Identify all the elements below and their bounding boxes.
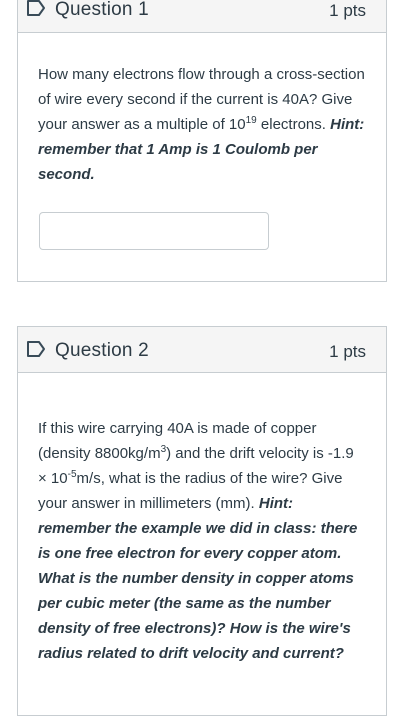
question-2-header: Question 2 1 pts: [18, 327, 386, 373]
hint-text: Hint: remember the example we did in cla…: [38, 495, 358, 662]
question-title: Question 1: [55, 0, 149, 20]
question-text: If this wire carrying 40A is made of cop…: [18, 373, 386, 666]
answer-input[interactable]: [39, 212, 269, 250]
question-points: 1 pts: [329, 342, 366, 361]
question-1-card: Question 1 1 pts How many electrons flow…: [17, 0, 387, 282]
question-text-part: m/s, what is the radius of the wire? Giv…: [38, 470, 343, 512]
exponent: 19: [245, 115, 257, 126]
flag-bookmark-icon[interactable]: [26, 0, 46, 17]
flag-bookmark-icon[interactable]: [26, 340, 46, 358]
question-points: 1 pts: [329, 1, 366, 20]
exponent: -5: [67, 469, 77, 480]
question-1-header: Question 1 1 pts: [18, 0, 386, 33]
question-title: Question 2: [55, 340, 149, 361]
question-text-part: electrons.: [256, 116, 331, 133]
question-2-card: Question 2 1 pts If this wire carrying 4…: [17, 326, 387, 716]
question-text: How many electrons flow through a cross-…: [18, 33, 386, 187]
